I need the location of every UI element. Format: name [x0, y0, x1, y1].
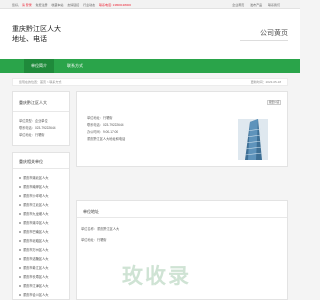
top-link-friends[interactable]: 友情链接 — [67, 3, 79, 7]
panel-divider — [13, 111, 69, 112]
address-location-row: 单位地址：行署街 — [81, 238, 107, 242]
related-units-panel: 重庆相关单位 重庆市渝北区人大 重庆市南岸区人大 重庆市沙坪坝人大 重庆市江北区… — [12, 152, 70, 300]
top-bar: 您好， 请 登录 免费注册 收藏本站 友情链接 行业动态 联系电话: 13800… — [0, 0, 300, 9]
org-info-panel: 重庆黔江区人大 单位类型：企业单位 联系电话：023-79222644 单位地址… — [12, 91, 70, 146]
top-link-favorite[interactable]: 收藏本站 — [51, 3, 63, 7]
related-unit-link[interactable]: 重庆市万州区人大 — [19, 247, 49, 252]
related-unit-link[interactable]: 重庆市江津区人大 — [19, 283, 49, 288]
address-panel-title: 单位地址 — [83, 209, 99, 214]
site-title-line2: 地址、电话 — [12, 36, 47, 43]
top-phone: 联系电话: 13800138000 — [98, 2, 132, 7]
top-link-contact[interactable]: 联系我们 — [268, 3, 280, 7]
contact-phone-row: 联系电话：023-79222644 — [87, 123, 124, 127]
header-divider — [240, 40, 288, 41]
report-error-button[interactable]: 我要纠错 — [267, 100, 281, 105]
related-unit-link[interactable]: 重庆市九龙坡人大 — [19, 211, 49, 216]
panel-divider — [13, 168, 69, 169]
update-time: 更新时间：2023-05-18 — [250, 80, 281, 84]
org-type-row: 单位类型：企业单位 — [19, 119, 48, 123]
related-unit-link[interactable]: 重庆市涪陵区人大 — [19, 256, 49, 261]
breadcrumb: 您现在的位置：首页 > 联系方式 更新时间：2023-05-18 — [12, 78, 288, 86]
top-link-register[interactable]: 免费注册 — [36, 3, 48, 7]
watermark-logo: 玫收录 — [122, 264, 191, 288]
related-unit-link[interactable]: 重庆市江北区人大 — [19, 202, 49, 207]
contact-desc-row: 重庆黔江区人大地址和电话 — [87, 137, 126, 141]
related-unit-link[interactable]: 重庆市合川区人大 — [19, 292, 49, 297]
related-units-title: 重庆相关单位 — [19, 159, 43, 164]
panel-divider — [77, 217, 287, 218]
site-title: 重庆黔江区人大 地址、电话 — [12, 25, 61, 45]
login-link[interactable]: 请 登录 — [22, 3, 32, 7]
related-unit-link[interactable]: 重庆市南岸区人大 — [19, 184, 49, 189]
contact-address-row: 单位地址：行署街 — [87, 116, 113, 120]
top-link-news[interactable]: 行业动态 — [83, 3, 95, 7]
related-unit-link[interactable]: 重庆市渝北区人大 — [19, 175, 49, 180]
related-unit-link[interactable]: 重庆市北碚区人大 — [19, 238, 49, 243]
related-unit-link[interactable]: 重庆市渝中区人大 — [19, 220, 49, 225]
nav-item-intro[interactable]: 单位简介 — [24, 59, 54, 73]
org-info-title: 重庆黔江区人大 — [19, 100, 47, 105]
related-unit-link[interactable]: 重庆市巴南区人大 — [19, 229, 49, 234]
header-ad-text: 公司黄页 — [260, 30, 288, 37]
nav-item-contact[interactable]: 联系方式 — [58, 59, 92, 73]
main-nav: 单位简介 联系方式 — [0, 59, 300, 73]
site-header: 重庆黔江区人大 地址、电话 公司黄页 — [0, 9, 300, 59]
address-name-row: 单位名称：重庆黔江区人大 — [81, 227, 120, 231]
related-unit-link[interactable]: 重庆市长寿区人大 — [19, 274, 49, 279]
top-bar-left: 您好， 请 登录 免费注册 收藏本站 友情链接 行业动态 联系电话: 13800… — [12, 3, 131, 7]
org-address-row: 单位地址：行署街 — [19, 133, 45, 137]
org-phone-row: 联系电话：023-79222644 — [19, 126, 56, 130]
site-title-line1: 重庆黔江区人大 — [12, 26, 61, 33]
welcome-text: 您好， — [12, 2, 22, 7]
building-icon — [238, 119, 268, 160]
contact-hours-row: 办公时间：9:00-17:00 — [87, 130, 119, 134]
building-image — [238, 119, 268, 160]
related-unit-link[interactable]: 重庆市綦江区人大 — [19, 265, 49, 270]
breadcrumb-text: 您现在的位置：首页 > 联系方式 — [19, 80, 62, 84]
top-link-publish[interactable]: 发布产品 — [250, 3, 262, 7]
top-link-yellowpages[interactable]: 企业黄页 — [232, 3, 244, 7]
related-unit-link[interactable]: 重庆市沙坪坝人大 — [19, 193, 49, 198]
top-bar-right: 企业黄页 发布产品 联系我们 — [227, 3, 280, 7]
